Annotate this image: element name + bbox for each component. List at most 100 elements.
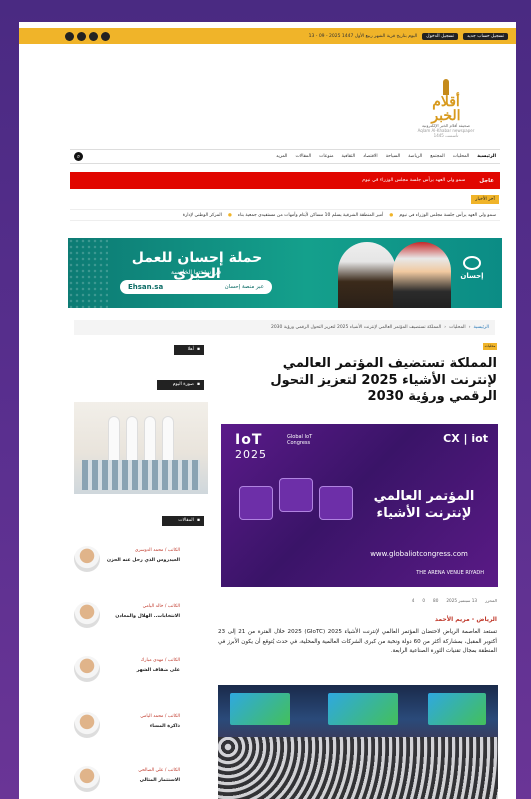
social-links: [65, 31, 110, 41]
webpage: 13 - 09 - 2025 اليوم بتاريخ قرية الشهر ر…: [19, 22, 516, 799]
breadcrumb-section[interactable]: المحليات: [449, 325, 466, 330]
writer-name: الكاتب / مهدي مبارك: [140, 658, 180, 663]
nav-item-more[interactable]: المزيد: [276, 154, 287, 159]
nav-item-tourism[interactable]: السياحة: [386, 154, 401, 159]
writer-card[interactable]: الكاتب / مهدي مبارك على ضفاف الشهر: [74, 656, 208, 706]
writer-article[interactable]: الاستثمار المثالي: [140, 778, 180, 783]
writer-card[interactable]: الكاتب / محمد الدوسري العيدروس الذي رحل …: [74, 546, 208, 596]
top-bar-right: 13 - 09 - 2025 اليوم بتاريخ قرية الشهر ر…: [308, 32, 508, 40]
instagram-icon[interactable]: [89, 31, 98, 41]
breadcrumb: الرئيسية ‹ المحليات ‹ المملكة تستضيف الم…: [74, 320, 495, 335]
meta-comments[interactable]: 0: [422, 598, 425, 603]
nav-item-society[interactable]: المجتمع: [430, 154, 444, 159]
nav-item-local[interactable]: المحليات: [453, 154, 470, 159]
ticker-item[interactable]: أمير المنطقة الشرقية يسلم 10 مساكن لأيتا…: [238, 213, 384, 218]
writer-article[interactable]: العيدروس الذي رحل عنه الحزن: [107, 558, 180, 563]
register-button[interactable]: تسجيل حساب جديد: [463, 32, 508, 40]
article-meta: المحرر 13 سبتمبر 2025 80 0 4: [221, 598, 497, 603]
photo-of-the-day[interactable]: [74, 402, 208, 494]
header-dot-icon: ▪: [196, 518, 200, 523]
sidebar-header-photo: ▪ صورة اليوم: [157, 380, 204, 390]
hero-event-name: Global IoT Congress: [287, 434, 313, 446]
top-bar: 13 - 09 - 2025 اليوم بتاريخ قرية الشهر ر…: [19, 28, 516, 44]
ticker-separator: ●: [227, 212, 232, 218]
hero-org-logo: CX | iot: [443, 432, 488, 445]
audience: [218, 737, 498, 799]
hero-iot-logo: IoT 2025: [235, 432, 267, 461]
article-author: الرياض - مريم الأحمد: [434, 616, 497, 623]
breadcrumb-separator: ‹: [444, 325, 447, 330]
category-badge[interactable]: محليات: [483, 343, 497, 350]
breaking-text[interactable]: سمو ولي العهد يرأس جلسة مجلس الوزراء في …: [76, 178, 465, 183]
sidebar-header-welcome: ▪ أهلا: [174, 345, 204, 355]
writer-card[interactable]: الكاتب / محمد اليامي ذاكرة المساء: [74, 712, 208, 762]
article-hero-image[interactable]: IoT 2025 Global IoT Congress CX | iot الم…: [221, 424, 498, 587]
ehsan-campaign-banner[interactable]: حملة إحسان للعمل الخيري في نسختها الخامس…: [68, 238, 502, 308]
header-dot-icon: ▪: [196, 347, 200, 352]
date-text: 13 - 09 - 2025 اليوم بتاريخ قرية الشهر ر…: [308, 33, 418, 39]
main-nav: ⌕ الرئيسية المحليات المجتمع الرياضة السي…: [70, 149, 500, 164]
login-button[interactable]: تسجيل الدخول: [422, 32, 459, 40]
writer-article[interactable]: على ضفاف الشهر: [137, 668, 180, 673]
breadcrumb-home[interactable]: الرئيسية: [474, 325, 490, 330]
site-logo[interactable]: أقلام الخبر صحيفة أقلام الخبر الإلكتروني…: [416, 79, 476, 138]
hero-venue: THE ARENA VENUE RIYADH: [416, 570, 484, 576]
youtube-icon[interactable]: [101, 31, 110, 41]
writer-avatar: [74, 712, 100, 738]
hero-url: www.globaliotcongress.com: [370, 550, 468, 558]
nav-item-articles[interactable]: المقالات: [295, 154, 311, 159]
facebook-icon[interactable]: [65, 31, 74, 41]
meta-reading: 4: [411, 598, 415, 603]
writer-card[interactable]: الكاتب / خالد اليامي الانتخابات.. الهلال…: [74, 602, 208, 652]
conference-photo[interactable]: [218, 685, 498, 799]
meta-author[interactable]: المحرر: [485, 598, 497, 603]
banner-subtitle: في نسختها الخامسة: [171, 269, 221, 276]
ticker-item[interactable]: سمو ولي العهد يرأس جلسة مجلس الوزراء في …: [399, 213, 496, 218]
breadcrumb-separator: ‹: [468, 325, 471, 330]
header-dot-icon: ▪: [196, 382, 200, 387]
writer-name: الكاتب / محمد الدوسري: [134, 548, 180, 553]
banner-portrait: [338, 242, 396, 308]
twitter-icon[interactable]: [77, 31, 86, 41]
nav-menu: الرئيسية المحليات المجتمع الرياضة السياح…: [276, 154, 496, 159]
writer-name: الكاتب / محمد اليامي: [140, 714, 180, 719]
search-icon[interactable]: ⌕: [74, 152, 83, 161]
breaking-news-bar: عاجل سمو ولي العهد يرأس جلسة مجلس الوزرا…: [70, 172, 500, 189]
nav-item-misc[interactable]: منوعات: [319, 154, 333, 159]
stage-screen: [428, 693, 486, 725]
banner-portrait: [393, 242, 451, 308]
writer-article[interactable]: الانتخابات.. الهلال والمعادن: [115, 614, 180, 619]
writer-card[interactable]: الكاتب / علي الصالحي الاستثمار المثالي: [74, 766, 208, 799]
breadcrumb-current: المملكة تستضيف المؤتمر العالمي لإنترنت ا…: [270, 325, 442, 330]
nav-item-culture[interactable]: الثقافية: [342, 154, 356, 159]
writer-name: الكاتب / خالد اليامي: [142, 604, 180, 609]
meta-views: 80: [433, 598, 439, 603]
ehsan-logo: إحسان: [450, 256, 494, 280]
writer-avatar: [74, 766, 100, 792]
nav-item-sports[interactable]: الرياضة: [408, 154, 422, 159]
photo-figure: [126, 416, 138, 462]
ticker-item[interactable]: المركز الوطني لإدارة: [183, 213, 222, 218]
sidebar-header-articles: ▪ المقالات: [162, 516, 204, 526]
meta-date: 13 سبتمبر 2025: [446, 598, 478, 603]
photo-figure: [108, 416, 120, 462]
news-ticker: سمو ولي العهد يرأس جلسة مجلس الوزراء في …: [70, 209, 500, 221]
cloud-cube-icon: [279, 478, 313, 512]
writer-avatar: [74, 546, 100, 572]
writer-avatar: [74, 602, 100, 628]
banner-title: حملة إحسان للعمل الخيري: [131, 250, 263, 282]
ehsan-brand: إحسان: [460, 272, 484, 280]
stage-screen: [230, 693, 290, 725]
hero-arabic-title: المؤتمر العالمي لإنترنت الأشياء: [373, 489, 475, 521]
nav-item-economy[interactable]: الاقتصاد: [363, 154, 378, 159]
banner-url: Ehsan.sa: [128, 283, 164, 291]
logo-title: أقلام الخبر: [431, 94, 461, 124]
writer-article[interactable]: ذاكرة المساء: [150, 724, 180, 729]
writer-name: الكاتب / علي الصالحي: [138, 768, 180, 773]
ticker-separator: ●: [389, 212, 394, 218]
photo-figure: [162, 416, 174, 462]
nav-item-home[interactable]: الرئيسية: [477, 154, 496, 159]
latest-news-label: آخر الأخبار: [471, 195, 499, 204]
breaking-label: عاجل: [479, 177, 494, 184]
article-body: تستعد العاصمة الرياض لاحتضان المؤتمر الع…: [218, 629, 498, 654]
